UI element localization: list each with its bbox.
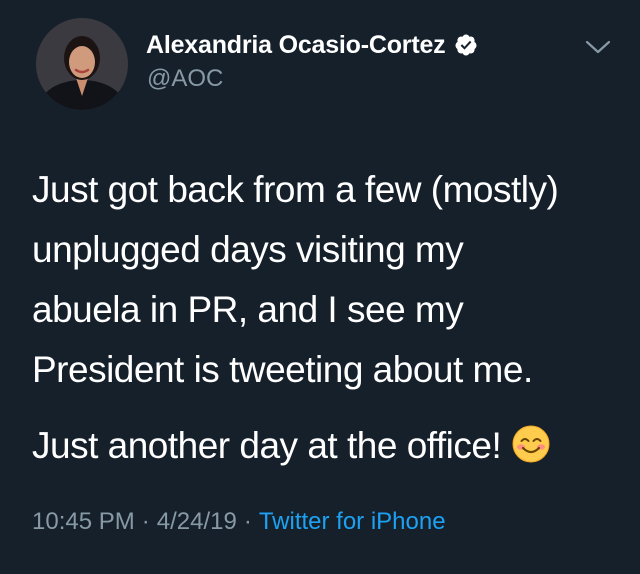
tweet-card: Alexandria Ocasio-Cortez @AOC Just got b…	[0, 0, 640, 574]
tweet-paragraph-1: Just got back from a few (mostly) unplug…	[32, 160, 612, 400]
author-handle[interactable]: @AOC	[147, 65, 223, 93]
verified-badge-icon	[455, 34, 477, 56]
tweet-paragraph-2: Just another day at the office!	[32, 416, 612, 476]
tweet-date[interactable]: 4/24/19	[157, 508, 237, 535]
tweet-line: abuela in PR, and I see my	[32, 289, 464, 330]
author-display-name[interactable]: Alexandria Ocasio-Cortez	[146, 31, 446, 60]
tweet-text: Just got back from a few (mostly) unplug…	[32, 160, 612, 476]
smiling-face-emoji-icon	[512, 425, 550, 463]
tweet-line: Just got back from a few (mostly)	[32, 169, 559, 210]
chevron-down-icon[interactable]	[584, 36, 612, 58]
author-name-row: Alexandria Ocasio-Cortez	[146, 30, 478, 60]
separator: ·	[141, 508, 150, 535]
separator: ·	[243, 508, 252, 535]
profile-photo-icon	[36, 18, 128, 110]
avatar[interactable]	[36, 18, 128, 110]
tweet-meta: 10:45 PM · 4/24/19 · Twitter for iPhone	[32, 508, 446, 536]
tweet-line: unplugged days visiting my	[32, 229, 464, 270]
tweet-line: President is tweeting about me.	[32, 349, 533, 390]
tweet-source-link[interactable]: Twitter for iPhone	[259, 508, 446, 535]
tweet-time[interactable]: 10:45 PM	[32, 508, 135, 535]
tweet-line: Just another day at the office!	[32, 425, 502, 466]
